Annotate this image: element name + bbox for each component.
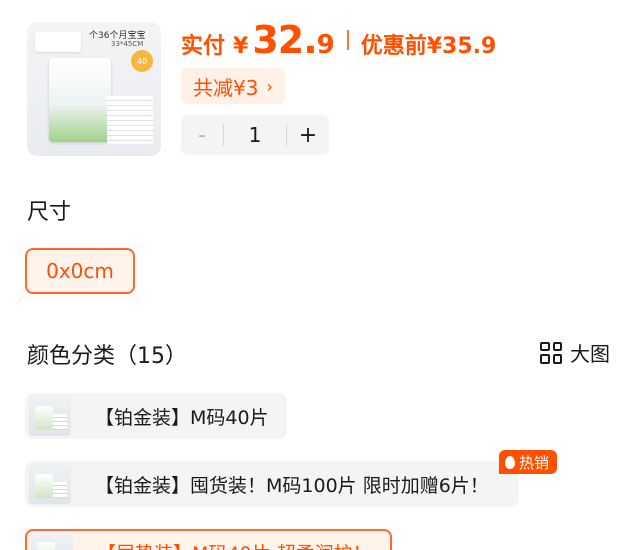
hot-sale-label: 热销 <box>519 453 550 472</box>
color-option-3[interactable]: 【尿垫装】M码40片 超柔润护！ <box>25 529 392 550</box>
grid-icon <box>540 341 562 364</box>
price-integer: 32. <box>252 18 317 62</box>
option-thumbnail <box>29 464 71 504</box>
option-label: 【铂金装】M码40片 <box>95 406 269 429</box>
size-option-selected[interactable]: 0x0cm <box>25 248 135 294</box>
option-thumbnail <box>31 532 73 550</box>
price-divider <box>346 30 349 50</box>
original-price: 优惠前¥35.9 <box>360 34 497 59</box>
increase-button[interactable]: + <box>287 115 329 155</box>
discount-button[interactable]: 共减¥3 › <box>181 68 285 104</box>
hot-sale-badge: 热销 <box>499 450 558 474</box>
decrease-button[interactable]: - <box>181 115 223 155</box>
product-thumbnail[interactable]: 个36个月宝宝 33*45CM 40 <box>27 22 161 156</box>
large-image-view-button[interactable]: 大图 <box>540 338 610 367</box>
package-image <box>49 58 111 142</box>
pad-stack-image <box>107 96 153 144</box>
currency-symbol: ¥ <box>233 34 249 59</box>
size-section-title: 尺寸 <box>27 200 72 225</box>
thumbnail-size: 33*45CM <box>111 40 144 48</box>
price-row: 实付 ¥ 32. 9 优惠前¥35.9 <box>181 18 496 62</box>
option-label: 【铂金装】囤货装！M码100片 限时加赠6片！ <box>95 474 489 497</box>
color-option-2[interactable]: 【铂金装】囤货装！M码100片 限时加赠6片！ <box>25 461 519 507</box>
option-thumbnail <box>29 396 71 436</box>
price-decimal: 9 <box>316 30 335 60</box>
paid-label: 实付 <box>181 34 226 59</box>
diaper-pad-image <box>35 32 81 52</box>
option-label: 【尿垫装】M码40片 超柔润护！ <box>97 539 372 550</box>
color-option-1[interactable]: 【铂金装】M码40片 <box>25 393 287 439</box>
thumbnail-count-badge: 40 <box>131 50 153 72</box>
fire-icon <box>505 455 515 469</box>
color-section-title: 颜色分类（15） <box>27 344 187 369</box>
chevron-right-icon: › <box>266 76 273 96</box>
large-image-label: 大图 <box>570 342 610 366</box>
discount-text: 共减¥3 <box>193 75 259 100</box>
quantity-stepper: - 1 + <box>181 115 329 155</box>
quantity-value[interactable]: 1 <box>224 123 286 147</box>
